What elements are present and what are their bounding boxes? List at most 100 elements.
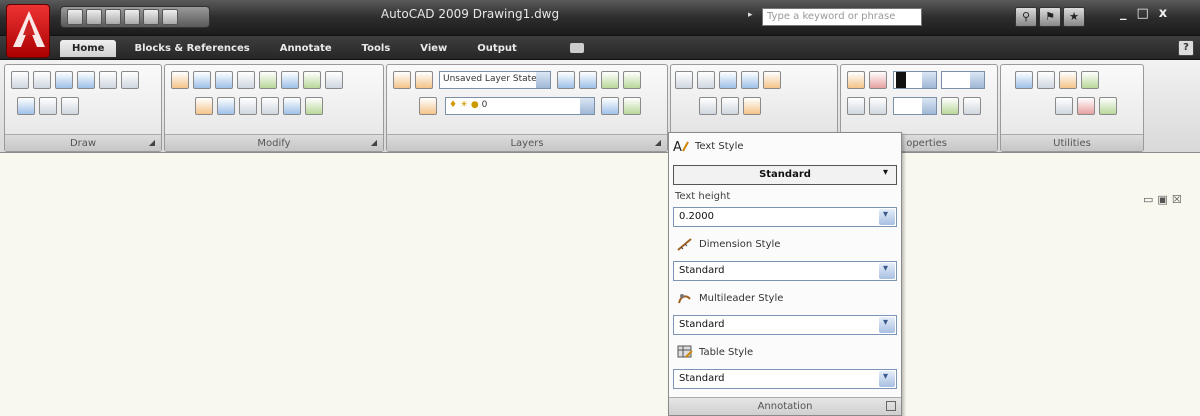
mirror-icon[interactable] [259, 71, 277, 89]
tab-view[interactable]: View [408, 40, 459, 57]
table-icon[interactable] [699, 97, 717, 115]
quick-calc-icon[interactable] [1059, 71, 1077, 89]
hatch-icon[interactable] [61, 97, 79, 115]
id-point-icon[interactable] [1081, 71, 1099, 89]
undo-icon[interactable] [143, 9, 159, 25]
minimize-button[interactable]: _ [1120, 6, 1127, 21]
layer-states-icon[interactable] [415, 71, 433, 89]
ellipse-icon[interactable] [17, 97, 35, 115]
dimension-edit-icon[interactable] [763, 71, 781, 89]
tab-annotate[interactable]: Annotate [268, 40, 344, 57]
text-style-select[interactable]: Standard [673, 165, 897, 185]
minimize-ribbon-icon[interactable] [570, 43, 584, 53]
lineweight-dropdown[interactable] [893, 97, 937, 115]
transparency-icon[interactable] [941, 97, 959, 115]
layer-list-dropdown[interactable]: ♦ ☀ ● 0 [445, 97, 595, 115]
open-icon[interactable] [86, 9, 102, 25]
drawing-area[interactable] [0, 153, 1200, 416]
array-icon[interactable] [303, 71, 321, 89]
plot-style-icon[interactable] [963, 97, 981, 115]
draw-panel-label[interactable]: Draw [5, 134, 161, 151]
layers-panel-label[interactable]: Layers [387, 134, 667, 151]
layer-off-icon[interactable] [601, 97, 619, 115]
help-button[interactable]: ? [1178, 40, 1194, 56]
tab-tools[interactable]: Tools [350, 40, 403, 57]
communication-center-icon[interactable]: ⚑ [1039, 7, 1061, 27]
multileader-icon[interactable] [721, 97, 739, 115]
paste-icon[interactable] [1055, 97, 1073, 115]
rectangle-icon[interactable] [99, 71, 117, 89]
layer-previous-icon[interactable] [557, 71, 575, 89]
rotate-icon[interactable] [215, 71, 233, 89]
copy-clip-icon[interactable] [1099, 97, 1117, 115]
new-icon[interactable] [67, 9, 83, 25]
pin-panel-icon[interactable] [886, 401, 896, 411]
polyline-icon[interactable] [33, 71, 51, 89]
layer-state-dropdown[interactable]: Unsaved Layer State [439, 71, 551, 89]
mtext-icon[interactable] [697, 71, 715, 89]
multileader-style-select[interactable]: Standard [673, 315, 897, 335]
dimension-icon[interactable] [719, 71, 737, 89]
plot-icon[interactable] [124, 9, 140, 25]
search-icon[interactable]: ⚲ [1015, 7, 1037, 27]
trim-icon[interactable] [325, 71, 343, 89]
modify-expand-icon[interactable]: ◢ [371, 138, 377, 147]
text-icon[interactable] [675, 71, 693, 89]
offset-icon[interactable] [281, 71, 299, 89]
layer-properties-icon[interactable] [393, 71, 411, 89]
match-properties-icon[interactable] [847, 71, 865, 89]
table-style-select[interactable]: Standard [673, 369, 897, 389]
move-icon[interactable] [171, 71, 189, 89]
arc-icon[interactable] [55, 71, 73, 89]
close-button[interactable]: x [1159, 6, 1167, 21]
scale-list-icon[interactable] [743, 97, 761, 115]
erase-icon[interactable] [195, 97, 213, 115]
maximize-button[interactable]: □ [1137, 6, 1149, 21]
text-height-select[interactable]: 0.2000 [673, 207, 897, 227]
layer-isolate-icon[interactable] [623, 71, 641, 89]
circle-icon[interactable] [77, 71, 95, 89]
spline-icon[interactable] [39, 97, 57, 115]
color-dropdown[interactable] [893, 71, 937, 89]
linetype-dropdown[interactable] [941, 71, 985, 89]
join-icon[interactable] [305, 97, 323, 115]
quick-select-icon[interactable] [1037, 71, 1055, 89]
utilities-panel-label[interactable]: Utilities [1001, 134, 1143, 151]
color-wheel-icon[interactable] [869, 71, 887, 89]
measure-icon[interactable] [1015, 71, 1033, 89]
explode-icon[interactable] [217, 97, 235, 115]
tab-output[interactable]: Output [465, 40, 528, 57]
line-icon[interactable] [11, 71, 29, 89]
document-close-icon[interactable]: ☒ [1172, 193, 1182, 206]
svg-text:A: A [673, 140, 682, 153]
layers-expand-icon[interactable]: ◢ [655, 138, 661, 147]
list-icon[interactable] [847, 97, 865, 115]
favorites-icon[interactable]: ★ [1063, 7, 1085, 27]
layer-match-icon[interactable] [601, 71, 619, 89]
tab-home[interactable]: Home [60, 40, 117, 57]
cut-icon[interactable] [1077, 97, 1095, 115]
search-options-icon[interactable]: ▸ [748, 10, 753, 20]
dimension-style-select[interactable]: Standard [673, 261, 897, 281]
application-menu-button[interactable] [6, 4, 50, 58]
chamfer-icon[interactable] [283, 97, 301, 115]
document-restore-icon[interactable]: ▣ [1157, 193, 1167, 206]
layer-lock-icon[interactable] [623, 97, 641, 115]
polygon-icon[interactable] [121, 71, 139, 89]
modify-panel-label[interactable]: Modify [165, 134, 383, 151]
draw-expand-icon[interactable]: ◢ [149, 138, 155, 147]
redo-icon[interactable] [162, 9, 178, 25]
layer-freeze-icon[interactable] [419, 97, 437, 115]
document-minimize-icon[interactable]: ▭ [1143, 193, 1153, 206]
leader-icon[interactable] [741, 71, 759, 89]
fillet-icon[interactable] [261, 97, 279, 115]
copy-icon[interactable] [193, 71, 211, 89]
stretch-icon[interactable] [237, 71, 255, 89]
lineweight-icon[interactable] [869, 97, 887, 115]
save-icon[interactable] [105, 9, 121, 25]
tab-blocks-references[interactable]: Blocks & References [122, 40, 261, 57]
scale-icon[interactable] [239, 97, 257, 115]
layer-walk-icon[interactable] [579, 71, 597, 89]
annotation-panel-footer[interactable]: Annotation [669, 397, 901, 415]
infocenter-search-input[interactable]: Type a keyword or phrase [762, 8, 922, 26]
